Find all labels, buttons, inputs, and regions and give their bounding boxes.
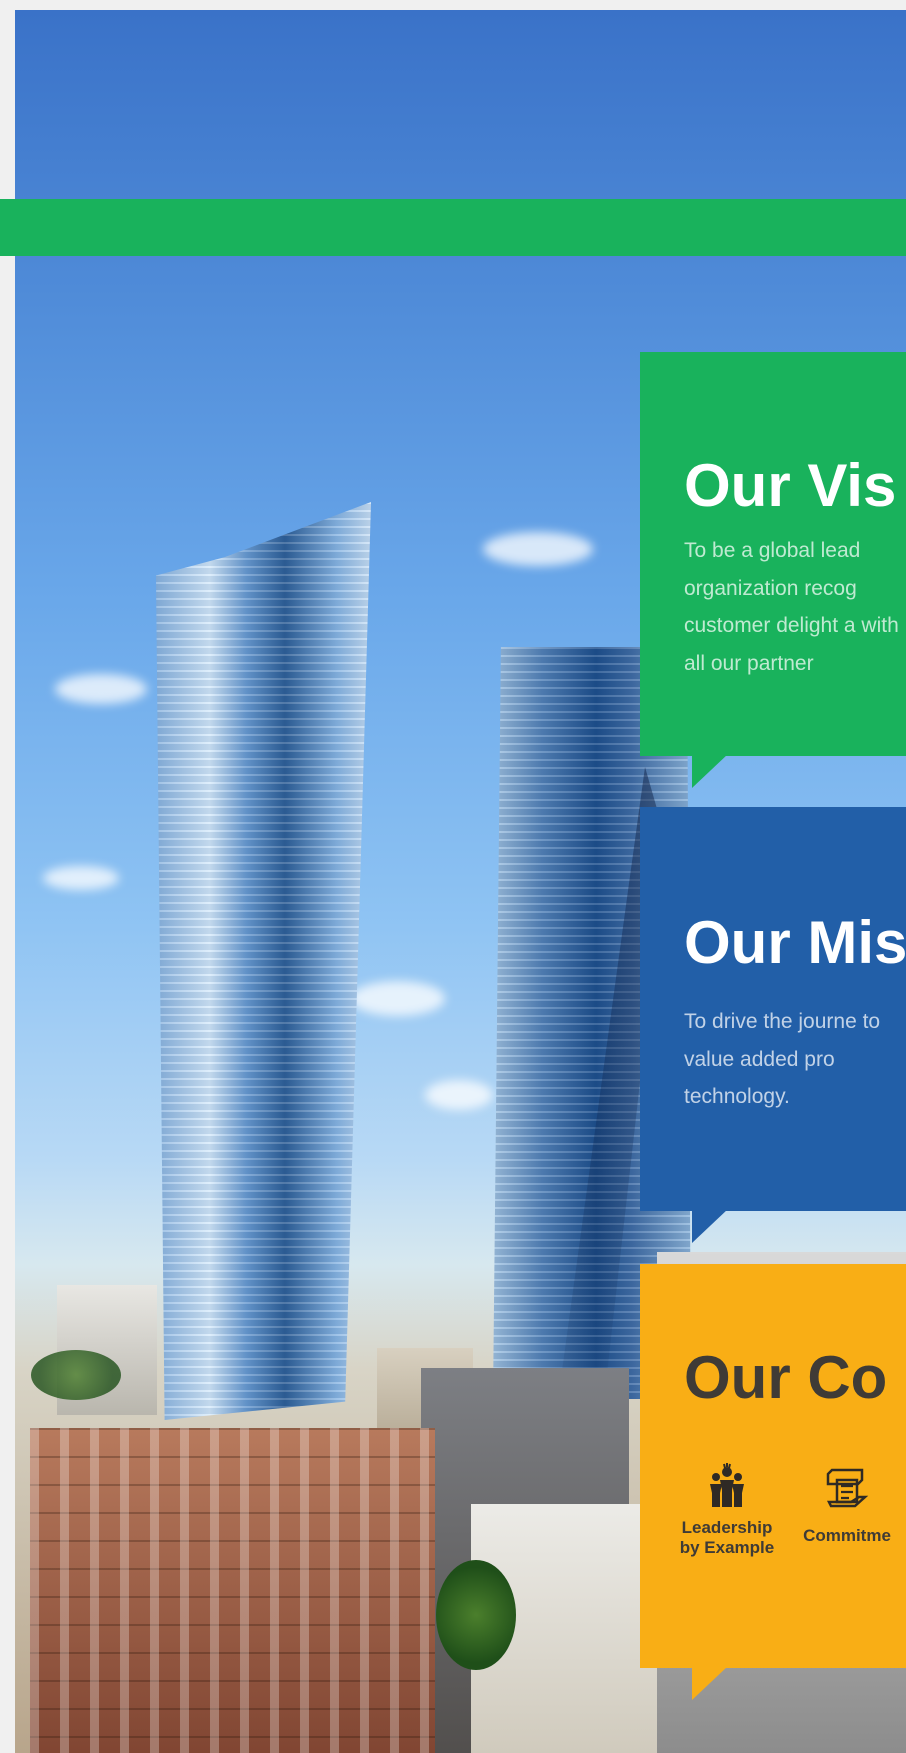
tree — [436, 1560, 516, 1670]
cloud — [483, 532, 593, 566]
cloud — [425, 1080, 493, 1110]
mission-text: To drive the journe to value added pro t… — [684, 1010, 881, 1108]
cloud — [350, 981, 445, 1016]
core-values-card: Our Co Leadership by Example Commitme — [640, 1264, 906, 1700]
vision-card: Our Vis To be a global lead organization… — [640, 352, 906, 788]
core-value-label: Commitme — [803, 1526, 891, 1545]
cloud — [55, 674, 147, 704]
mission-title: Our Mis — [684, 909, 906, 976]
glass-tower-left — [156, 502, 371, 1420]
people-icon — [678, 1462, 776, 1510]
commitment-icon — [782, 1462, 906, 1518]
cloud — [43, 866, 119, 890]
tree — [31, 1350, 121, 1400]
core-values-list: Leadership by Example Commitme — [678, 1462, 906, 1582]
core-value-item: Commitme — [782, 1462, 906, 1546]
core-value-label: Leadership by Example — [679, 1518, 775, 1557]
apartment-building — [30, 1428, 435, 1753]
core-values-title: Our Co — [684, 1344, 888, 1411]
mission-card: Our Mis To drive the journe to value add… — [640, 807, 906, 1243]
green-header-strip — [0, 199, 906, 256]
vision-title: Our Vis — [684, 452, 897, 519]
vision-text: To be a global lead organization recog c… — [684, 539, 899, 675]
core-value-item: Leadership by Example — [678, 1462, 776, 1558]
